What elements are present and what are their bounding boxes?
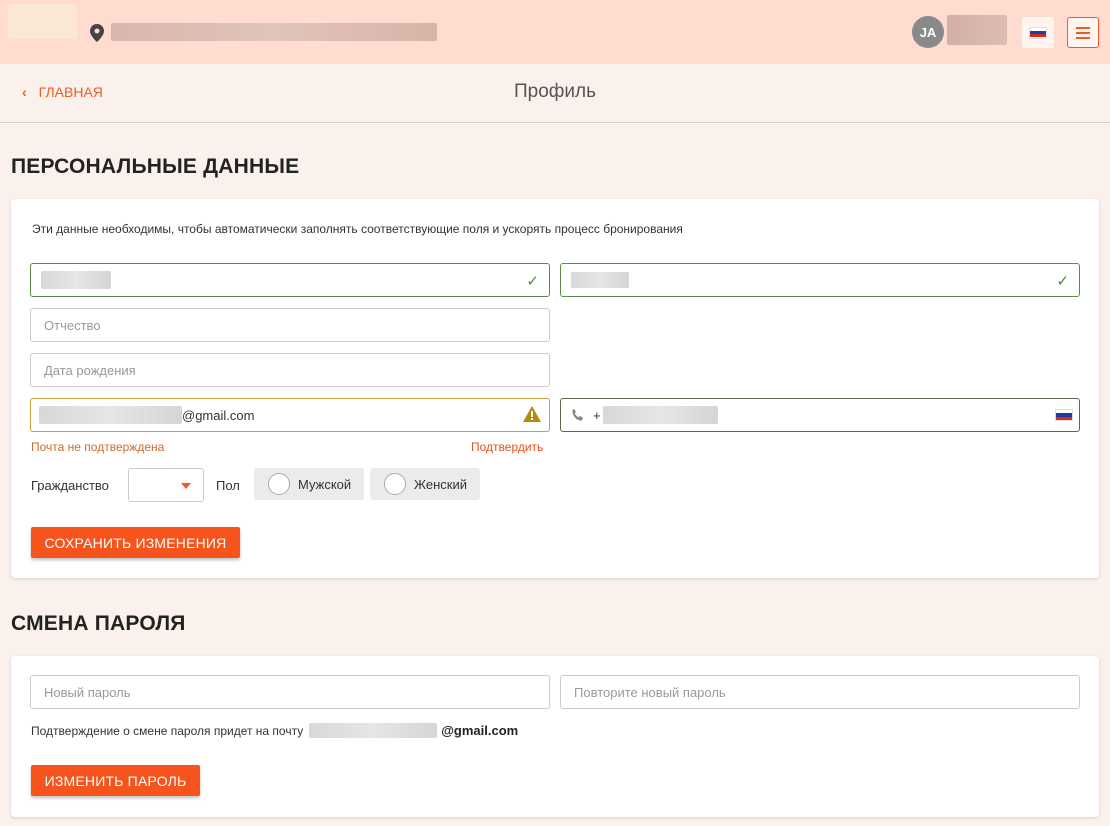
change-password-button[interactable]: ИЗМЕНИТЬ ПАРОЛЬ <box>31 765 200 796</box>
email-status: Почта не подтверждена <box>31 440 165 454</box>
hamburger-menu-icon <box>1076 26 1090 29</box>
phone-icon <box>572 409 583 421</box>
language-button[interactable] <box>1022 17 1054 48</box>
gender-female-option[interactable]: Женский <box>370 468 480 500</box>
email-domain: @gmail.com <box>182 407 255 423</box>
personal-data-description: Эти данные необходимы, чтобы автоматичес… <box>32 222 683 236</box>
phone-field[interactable]: + <box>560 398 1080 432</box>
warning-icon <box>523 406 541 422</box>
password-note-text: Подтверждение о смене пароля придет на п… <box>31 723 304 738</box>
first-name-field[interactable]: ✓ <box>30 263 550 297</box>
repeat-password-placeholder: Повторите новый пароль <box>574 684 726 700</box>
citizenship-select[interactable] <box>128 468 204 502</box>
last-name-redacted <box>571 272 629 288</box>
check-icon: ✓ <box>1056 273 1069 290</box>
radio-circle[interactable] <box>268 473 290 495</box>
birthdate-field[interactable]: Дата рождения <box>30 353 550 387</box>
new-password-field[interactable]: Новый пароль <box>30 675 550 709</box>
personal-data-heading: ПЕРСОНАЛЬНЫЕ ДАННЫЕ <box>11 155 300 178</box>
confirm-email-link[interactable]: Подтвердить <box>471 440 543 454</box>
last-name-field[interactable]: ✓ <box>560 263 1080 297</box>
menu-button[interactable] <box>1067 17 1099 48</box>
location-text-redacted[interactable] <box>111 23 437 41</box>
email-user-redacted <box>39 406 182 424</box>
save-changes-button[interactable]: СОХРАНИТЬ ИЗМЕНЕНИЯ <box>31 527 240 558</box>
repeat-password-field[interactable]: Повторите новый пароль <box>560 675 1080 709</box>
logo[interactable] <box>8 4 77 39</box>
note-email-domain: @gmail.com <box>441 723 519 738</box>
avatar[interactable]: JA <box>912 16 944 48</box>
check-icon: ✓ <box>526 273 539 290</box>
page-nav: ‹ ГЛАВНАЯ Профиль <box>0 64 1110 123</box>
new-password-placeholder: Новый пароль <box>44 684 131 700</box>
phone-prefix: + <box>593 407 601 423</box>
hamburger-line <box>1076 36 1090 39</box>
caret-down-icon <box>181 483 191 489</box>
radio-circle[interactable] <box>384 473 406 495</box>
map-pin-icon <box>90 24 104 42</box>
hamburger-line <box>1076 31 1090 34</box>
gender-female-label: Женский <box>414 476 467 492</box>
email-field[interactable]: @gmail.com <box>30 398 550 432</box>
page-title: Профиль <box>513 81 597 102</box>
note-email-redacted <box>309 723 438 738</box>
russia-flag-icon <box>1029 26 1047 39</box>
password-change-heading: СМЕНА ПАРОЛЯ <box>11 612 186 635</box>
top-bar: JA <box>0 0 1110 64</box>
gender-male-label: Мужской <box>298 476 352 492</box>
personal-data-card: Эти данные необходимы, чтобы автоматичес… <box>11 199 1099 578</box>
first-name-redacted <box>41 271 111 289</box>
patronymic-placeholder: Отчество <box>44 317 101 333</box>
password-note: Подтверждение о смене пароля придет на п… <box>31 723 518 738</box>
citizenship-label: Гражданство <box>31 478 109 493</box>
patronymic-field[interactable]: Отчество <box>30 308 550 342</box>
russia-flag-icon[interactable] <box>1055 409 1073 421</box>
gender-label: Пол <box>216 478 240 493</box>
phone-number-redacted <box>602 406 718 424</box>
gender-male-option[interactable]: Мужской <box>254 468 364 500</box>
birthdate-placeholder: Дата рождения <box>44 362 136 378</box>
username-redacted[interactable] <box>947 15 1007 45</box>
password-change-card: Новый пароль Повторите новый пароль Подт… <box>11 656 1099 817</box>
